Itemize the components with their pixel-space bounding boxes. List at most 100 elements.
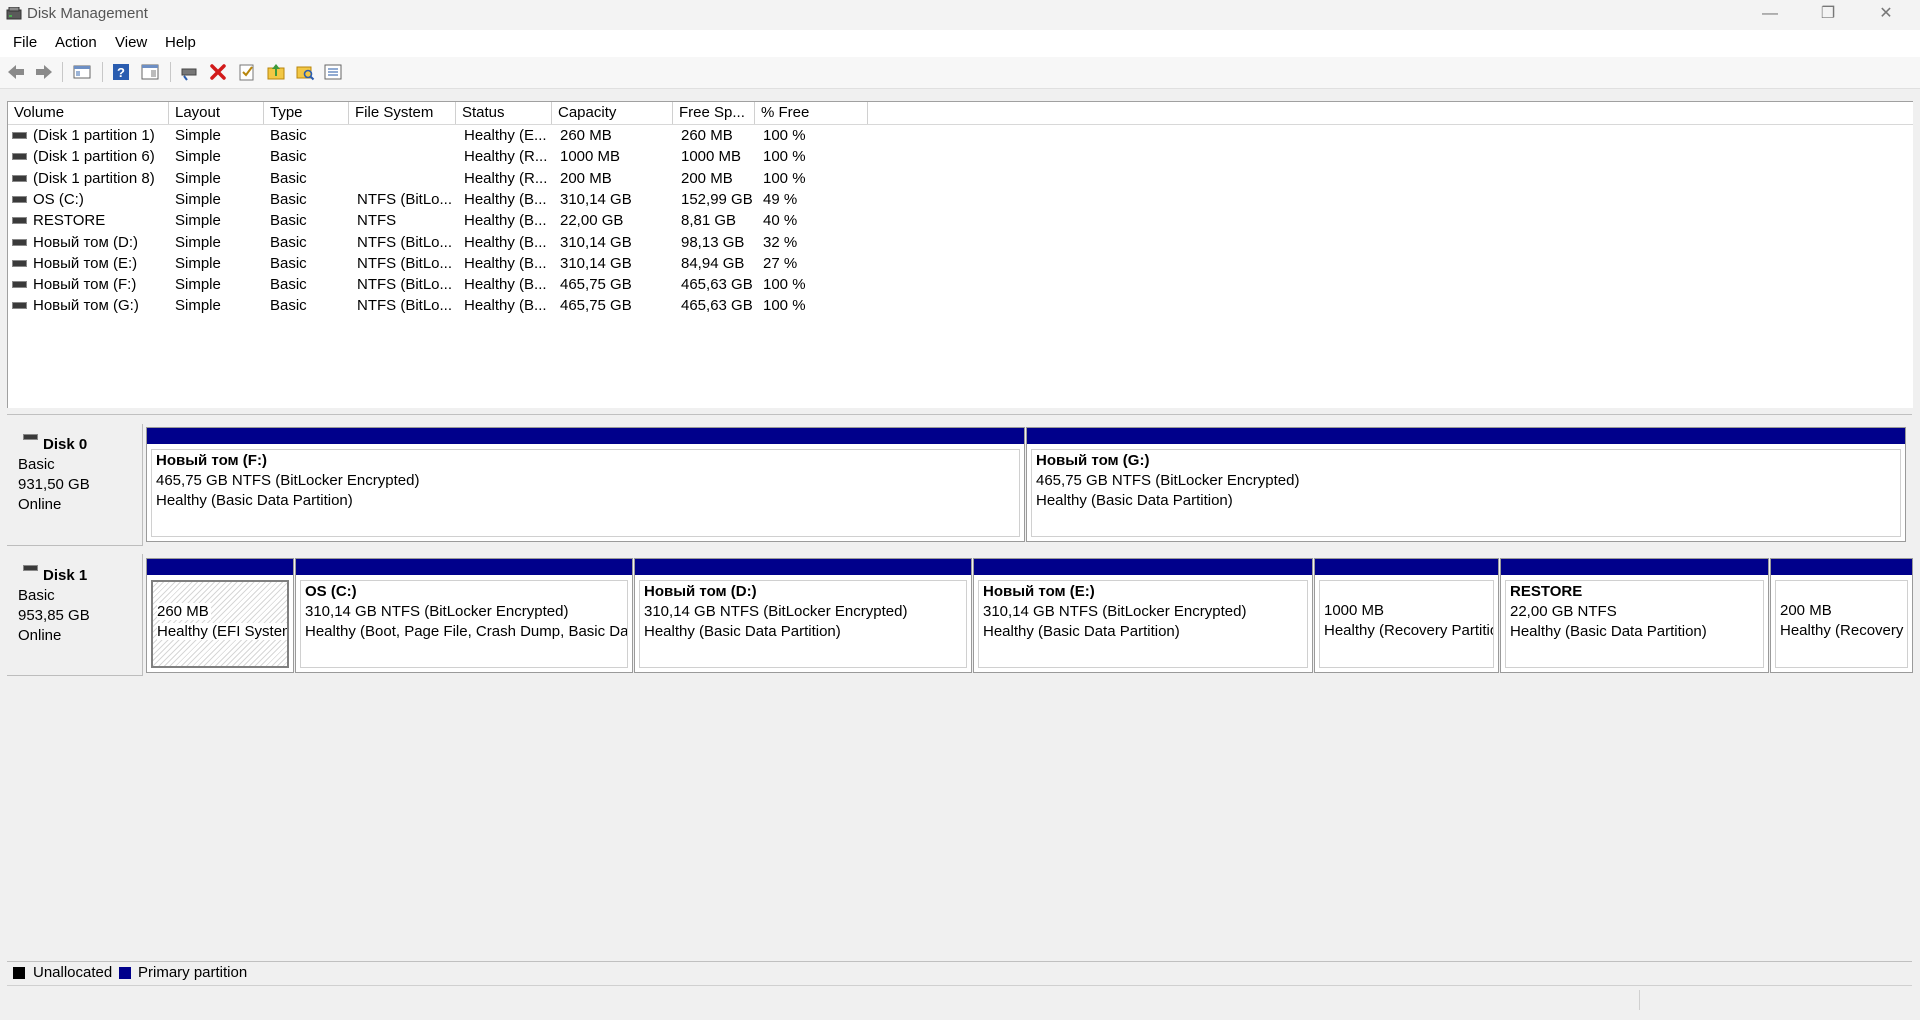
partition-f[interactable]: Новый том (F:) 465,75 GB NTFS (BitLocker… bbox=[146, 427, 1025, 542]
partition-size: 260 MB bbox=[157, 603, 211, 620]
cell-type: Basic bbox=[270, 169, 307, 187]
disk-icon bbox=[23, 434, 38, 440]
volume-row[interactable]: Новый том (F:) Simple Basic NTFS (BitLo... H… bbox=[8, 274, 1913, 295]
cell-layout: Simple bbox=[175, 276, 221, 294]
folder-up-icon[interactable] bbox=[266, 62, 286, 82]
column-header-type[interactable]: Type bbox=[264, 102, 349, 124]
cell-type: Basic bbox=[270, 233, 307, 251]
partition-e[interactable]: Новый том (E:) 310,14 GB NTFS (BitLocker… bbox=[973, 558, 1313, 673]
disk-0-info[interactable]: Disk 0 Basic 931,50 GB Online bbox=[7, 424, 143, 546]
cell-free-space: 152,99 GB bbox=[681, 190, 753, 208]
disk-name: Disk 0 bbox=[43, 436, 88, 453]
back-icon[interactable] bbox=[6, 62, 26, 82]
cell-percent-free: 100 % bbox=[763, 297, 806, 315]
cell-status: Healthy (B... bbox=[464, 254, 547, 272]
column-header-layout[interactable]: Layout bbox=[169, 102, 264, 124]
cell-volume: OS (C:) bbox=[33, 190, 84, 208]
column-header-volume[interactable]: Volume bbox=[8, 102, 169, 124]
volume-row[interactable]: OS (C:) Simple Basic NTFS (BitLo... Healthy … bbox=[8, 189, 1913, 210]
cell-capacity: 260 MB bbox=[560, 127, 612, 144]
cell-free-space: 260 MB bbox=[681, 127, 733, 144]
volume-row[interactable]: Новый том (D:) Simple Basic NTFS (BitLo... H… bbox=[8, 232, 1913, 253]
volume-drive-icon bbox=[12, 281, 27, 289]
list-view-icon[interactable] bbox=[323, 62, 343, 82]
help-icon[interactable]: ? bbox=[111, 62, 131, 82]
partition-g[interactable]: Новый том (G:) 465,75 GB NTFS (BitLocker… bbox=[1026, 427, 1906, 542]
column-header-percent-free[interactable]: % Free bbox=[755, 102, 868, 124]
partition-title: Новый том (E:) bbox=[983, 583, 1095, 600]
volume-row[interactable]: Новый том (E:) Simple Basic NTFS (BitLo... H… bbox=[8, 253, 1913, 274]
partition-body: RESTORE 22,00 GB NTFS Healthy (Basic Dat… bbox=[1505, 580, 1764, 668]
primary-partition-swatch bbox=[119, 967, 131, 979]
delete-icon[interactable] bbox=[208, 62, 228, 82]
close-button[interactable]: ✕ bbox=[1858, 0, 1914, 30]
volume-drive-icon bbox=[12, 238, 27, 246]
cell-layout: Simple bbox=[175, 169, 221, 187]
column-header-status[interactable]: Status bbox=[456, 102, 552, 124]
cell-type: Basic bbox=[270, 254, 307, 272]
connect-disk-icon[interactable] bbox=[179, 62, 199, 82]
cell-file-system: NTFS (BitLo... bbox=[357, 190, 453, 208]
cell-percent-free: 100 % bbox=[763, 127, 806, 144]
forward-icon[interactable] bbox=[34, 62, 54, 82]
column-header-free-space[interactable]: Free Sp... bbox=[673, 102, 755, 124]
cell-layout: Simple bbox=[175, 233, 221, 251]
menu-view[interactable]: View bbox=[115, 34, 147, 51]
menu-bar: File Action View Help bbox=[0, 30, 1920, 57]
cell-status: Healthy (R... bbox=[464, 148, 548, 166]
cell-type: Basic bbox=[270, 212, 307, 230]
volume-row[interactable]: (Disk 1 partition 6) Simple Basic Healthy (… bbox=[8, 146, 1913, 167]
folder-search-icon[interactable] bbox=[295, 62, 315, 82]
cell-volume: Новый том (D:) bbox=[33, 233, 138, 251]
partition-size: 1000 MB bbox=[1324, 602, 1385, 619]
properties-pane-icon[interactable] bbox=[140, 62, 160, 82]
cell-free-space: 1000 MB bbox=[681, 148, 742, 166]
volume-drive-icon bbox=[12, 302, 27, 310]
volume-drive-icon bbox=[12, 195, 27, 203]
minimize-button[interactable]: — bbox=[1742, 0, 1798, 30]
partition-recovery-1[interactable]: 1000 MB Healthy (Recovery Partitio bbox=[1314, 558, 1499, 673]
partition-title: Новый том (G:) bbox=[1036, 452, 1150, 469]
partition-efi[interactable]: 260 MB Healthy (EFI System bbox=[146, 558, 294, 673]
partition-d[interactable]: Новый том (D:) 310,14 GB NTFS (BitLocker… bbox=[634, 558, 972, 673]
cell-type: Basic bbox=[270, 190, 307, 208]
volume-row[interactable]: Новый том (G:) Simple Basic NTFS (BitLo... H… bbox=[8, 295, 1913, 316]
volume-drive-icon bbox=[12, 259, 27, 267]
primary-partition-bar bbox=[635, 559, 971, 575]
disk-status: Online bbox=[18, 496, 62, 513]
console-tree-icon[interactable] bbox=[72, 62, 92, 82]
partition-recovery-2[interactable]: 200 MB Healthy (Recovery bbox=[1770, 558, 1913, 673]
menu-action[interactable]: Action bbox=[55, 34, 97, 51]
window-title: Disk Management bbox=[27, 5, 148, 22]
partition-c[interactable]: OS (C:) 310,14 GB NTFS (BitLocker Encryp… bbox=[295, 558, 633, 673]
primary-partition-bar bbox=[147, 559, 293, 575]
disk-size: 953,85 GB bbox=[18, 607, 90, 624]
partition-status: Healthy (Recovery bbox=[1780, 622, 1904, 639]
check-icon[interactable] bbox=[237, 62, 257, 82]
disk-1-info[interactable]: Disk 1 Basic 953,85 GB Online bbox=[7, 554, 143, 676]
volume-row[interactable]: (Disk 1 partition 8) Simple Basic Healthy (… bbox=[8, 168, 1913, 189]
menu-help[interactable]: Help bbox=[165, 34, 196, 51]
partition-status: Healthy (Basic Data Partition) bbox=[1036, 492, 1233, 509]
cell-file-system: NTFS (BitLo... bbox=[357, 233, 453, 251]
volume-list-header: Volume Layout Type File System Status Ca… bbox=[8, 102, 1913, 125]
partition-size: 310,14 GB NTFS (BitLocker Encrypted) bbox=[644, 603, 908, 620]
cell-status: Healthy (B... bbox=[464, 297, 547, 315]
menu-file[interactable]: File bbox=[13, 34, 37, 51]
primary-partition-bar bbox=[1027, 428, 1905, 444]
volume-drive-icon bbox=[12, 217, 27, 225]
cell-layout: Simple bbox=[175, 212, 221, 230]
cell-volume: (Disk 1 partition 6) bbox=[33, 148, 155, 166]
partition-restore[interactable]: RESTORE 22,00 GB NTFS Healthy (Basic Dat… bbox=[1500, 558, 1769, 673]
cell-free-space: 465,63 GB bbox=[681, 276, 753, 294]
column-header-capacity[interactable]: Capacity bbox=[552, 102, 673, 124]
primary-partition-bar bbox=[974, 559, 1312, 575]
volume-row[interactable]: RESTORE Simple Basic NTFS Healthy (B... 22,00… bbox=[8, 210, 1913, 231]
column-header-file-system[interactable]: File System bbox=[349, 102, 456, 124]
volume-row[interactable]: (Disk 1 partition 1) Simple Basic Healthy (… bbox=[8, 125, 1913, 146]
partition-size: 465,75 GB NTFS (BitLocker Encrypted) bbox=[156, 472, 420, 489]
cell-percent-free: 40 % bbox=[763, 212, 798, 230]
cell-percent-free: 32 % bbox=[763, 233, 798, 251]
maximize-button[interactable]: ❐ bbox=[1800, 0, 1856, 30]
volume-drive-icon bbox=[12, 153, 27, 161]
